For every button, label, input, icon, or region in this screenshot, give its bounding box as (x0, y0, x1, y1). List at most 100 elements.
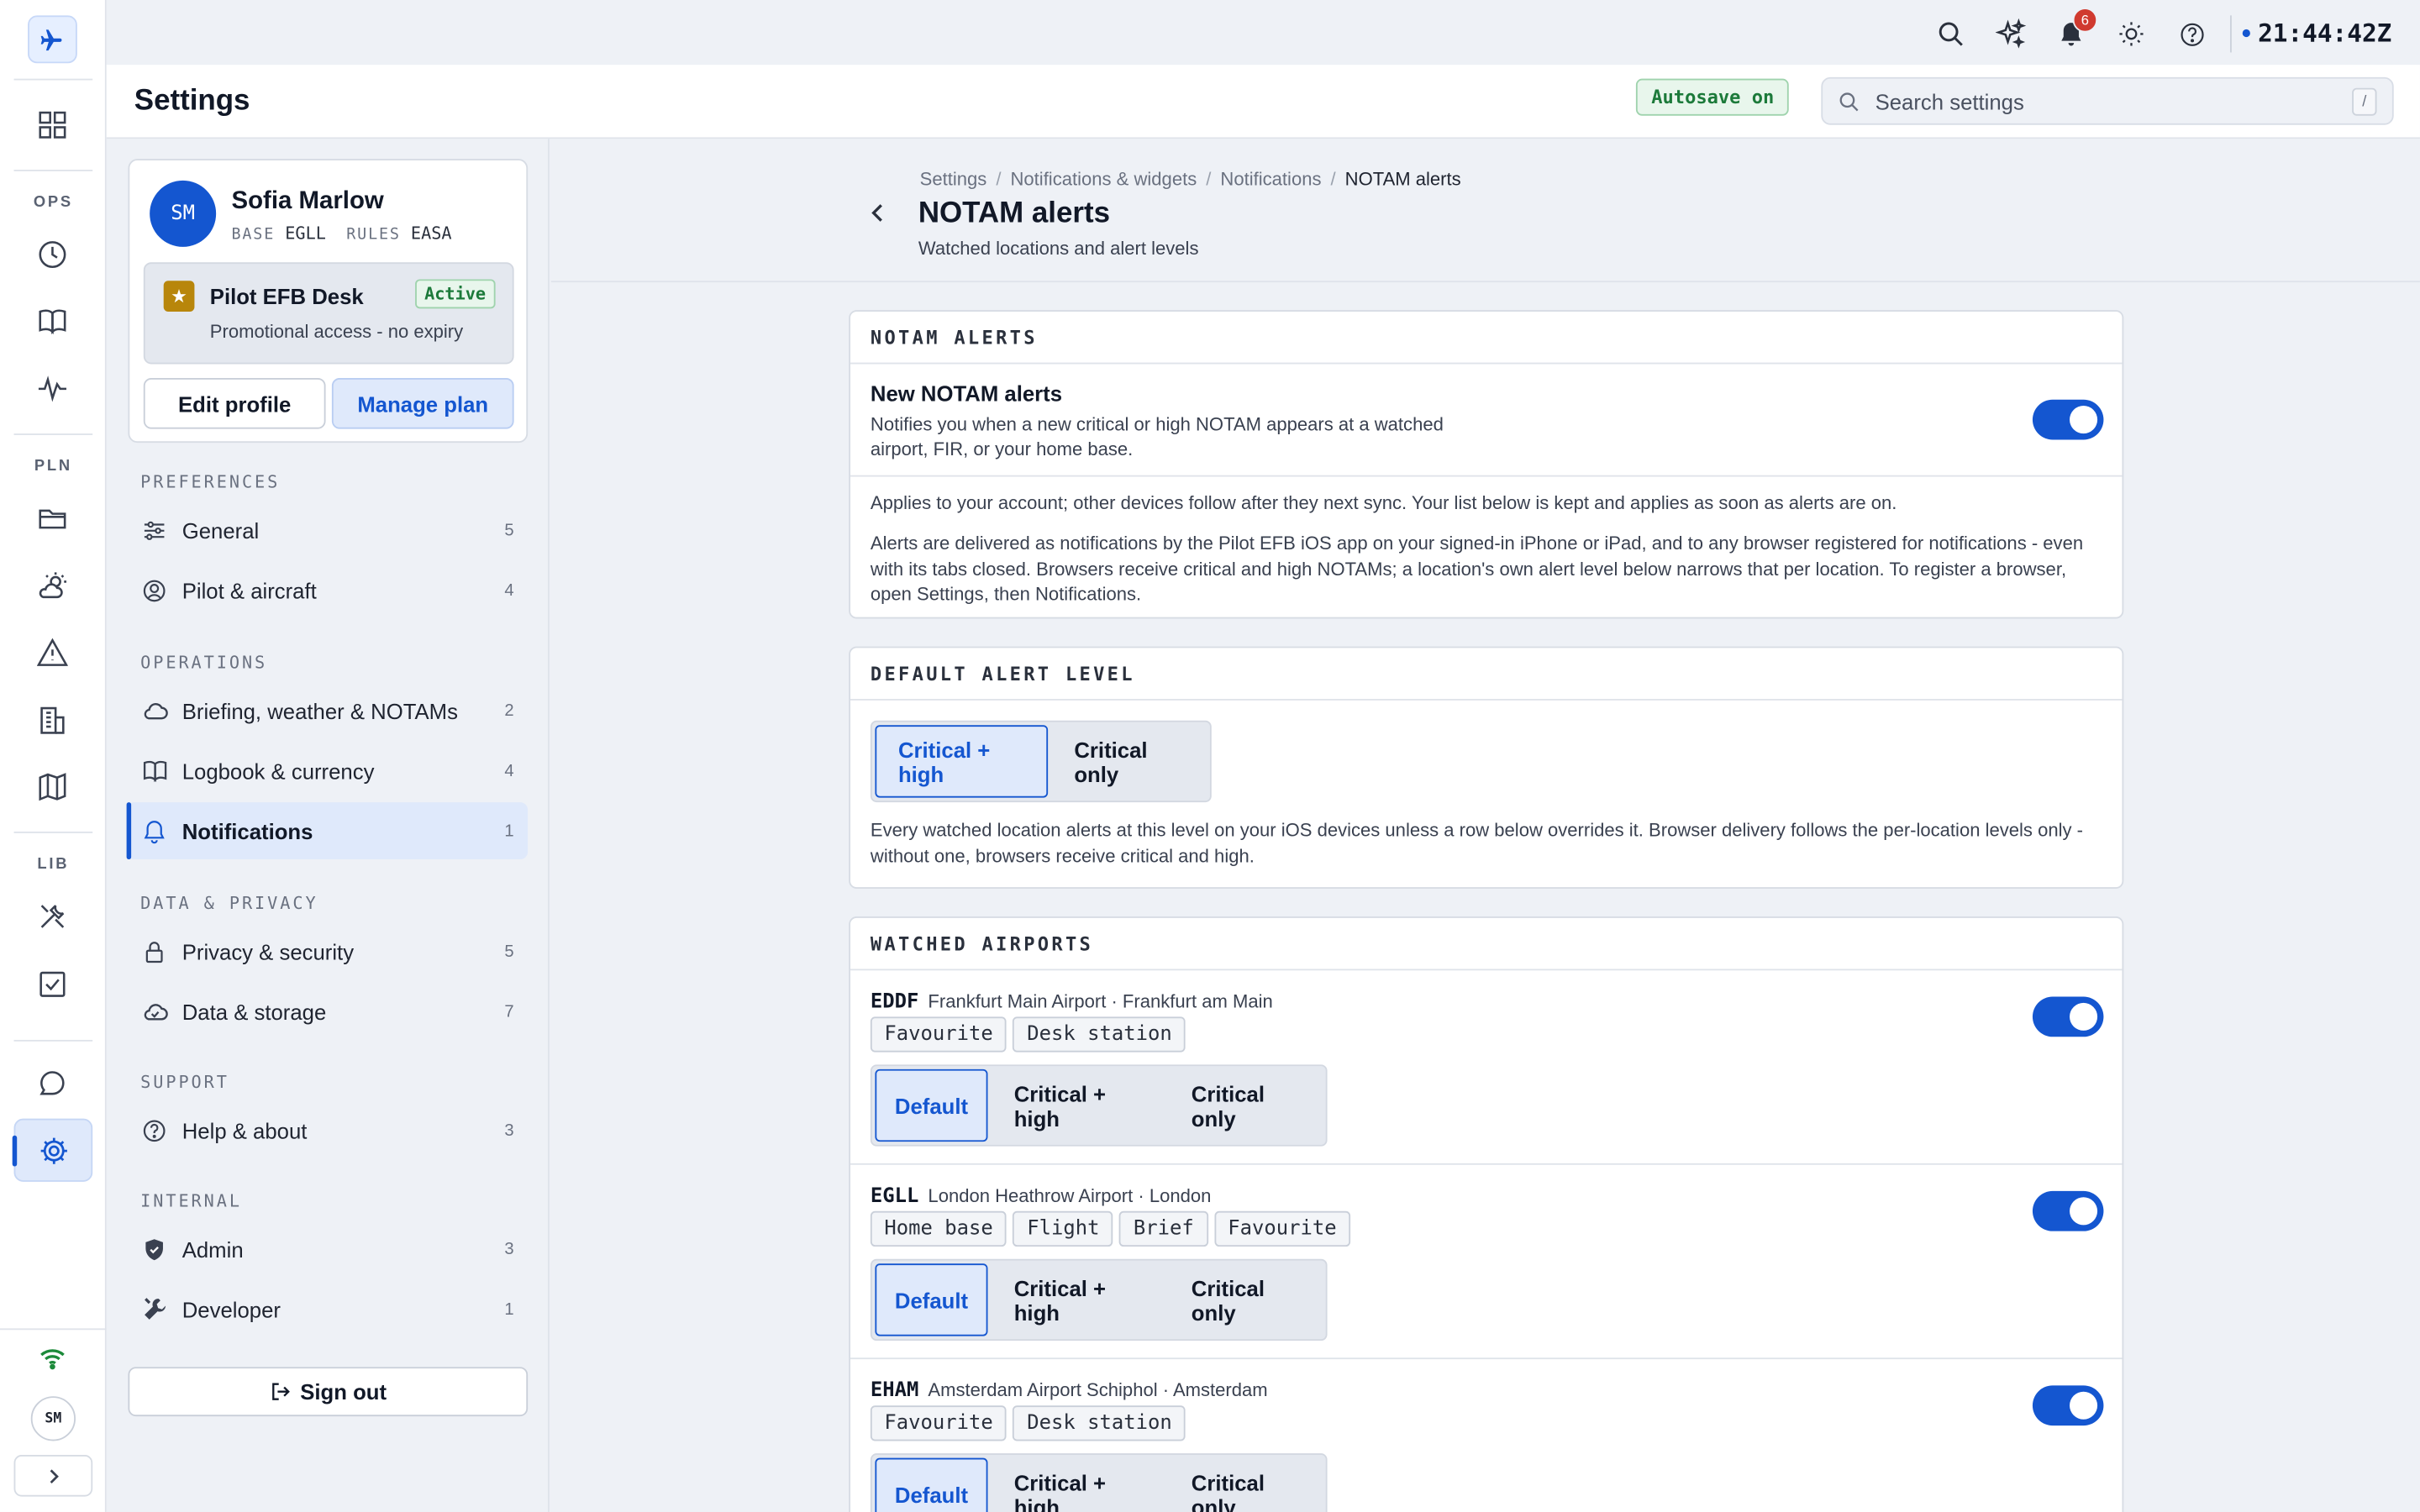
expand-rail-button[interactable] (13, 1455, 93, 1497)
airplane-logo-icon[interactable] (28, 15, 77, 64)
plan-status-badge: Active (415, 279, 496, 309)
breadcrumb-separator: / (1330, 168, 1336, 190)
nav-item-data-storage[interactable]: Data & storage 7 (127, 983, 529, 1040)
book-icon[interactable] (26, 295, 78, 347)
dashboard-grid-icon[interactable] (26, 99, 78, 151)
breadcrumb-item[interactable]: Notifications (1220, 168, 1321, 190)
level-option-critical-only[interactable]: Critical only (1168, 1263, 1323, 1336)
level-option-critical-only[interactable]: Critical only (1051, 725, 1207, 797)
search-shortcut-key: / (2352, 87, 2377, 116)
nav-item-privacy[interactable]: Privacy & security 5 (127, 922, 529, 979)
breadcrumb-current: NOTAM alerts (1344, 168, 1461, 190)
level-option-critical-high[interactable]: Critical + high (875, 725, 1049, 798)
nav-item-label: Logbook & currency (182, 758, 375, 784)
nav-item-developer[interactable]: Developer 1 (127, 1280, 529, 1337)
nav-item-count: 3 (504, 1239, 514, 1258)
level-option-critical-only[interactable]: Critical only (1168, 1069, 1323, 1142)
rail-divider (13, 433, 93, 435)
breadcrumb-item[interactable]: Settings (920, 168, 987, 190)
plan-box: ★ Pilot EFB Desk Active Promotional acce… (143, 262, 514, 365)
airport-alert-toggle[interactable] (2032, 996, 2104, 1037)
airport-icao: EGLL (870, 1184, 919, 1209)
autosave-badge: Autosave on (1635, 78, 1790, 116)
sign-out-button[interactable]: Sign out (128, 1367, 529, 1417)
back-button[interactable] (863, 197, 894, 228)
level-option-default[interactable]: Default (875, 1263, 988, 1336)
airport-level-selector: Default Critical + high Critical only (870, 1064, 1328, 1147)
profile-meta: BASE EGLL RULES EASA (232, 223, 452, 244)
default-level-selector: Critical + high Critical only (870, 720, 1212, 803)
activity-pulse-icon[interactable] (26, 363, 78, 415)
nav-item-help[interactable]: Help & about 3 (127, 1101, 529, 1158)
search-icon (1839, 92, 1859, 112)
warning-triangle-icon[interactable] (26, 627, 78, 679)
new-notam-alerts-toggle[interactable] (2032, 399, 2104, 440)
nav-item-label: Pilot & aircraft (182, 577, 317, 603)
nav-item-admin[interactable]: Admin 3 (127, 1221, 529, 1278)
airport-tags: Favourite Desk station (870, 1016, 1192, 1053)
note-line: without one, browsers receive critical a… (870, 844, 1255, 867)
weather-cloud-sun-icon[interactable] (26, 560, 78, 612)
nav-item-label: Data & storage (182, 999, 327, 1024)
base-value: EGLL (285, 223, 326, 244)
card-heading: WATCHED AIRPORTS (850, 918, 2123, 971)
rail-divider (13, 1039, 93, 1042)
search-placeholder: Search settings (1875, 89, 2024, 114)
nav-item-logbook[interactable]: Logbook & currency 4 (127, 742, 529, 799)
nav-item-general[interactable]: General 5 (127, 501, 529, 559)
checklist-icon[interactable] (26, 958, 78, 1011)
nav-item-label: Briefing, weather & NOTAMs (182, 698, 458, 723)
folder-icon[interactable] (26, 492, 78, 544)
sun-theme-icon[interactable] (2114, 17, 2148, 50)
level-option-critical-high[interactable]: Critical + high (991, 1263, 1165, 1336)
wifi-icon (26, 1331, 78, 1383)
rail-avatar[interactable]: SM (30, 1396, 76, 1441)
bell-icon[interactable]: 6 (2054, 8, 2098, 50)
airport-level-selector: Default Critical + high Critical only (870, 1453, 1328, 1512)
airport-name: Frankfurt Main Airport · Frankfurt am Ma… (928, 990, 1273, 1012)
toggle-title: New NOTAM alerts (870, 381, 1063, 407)
chat-bubble-icon[interactable] (26, 1057, 78, 1109)
level-option-critical-high[interactable]: Critical + high (991, 1069, 1165, 1142)
search-icon[interactable] (1933, 17, 1967, 50)
airport-title: EGLL London Heathrow Airport · London (871, 1182, 1212, 1210)
nav-item-label: Notifications (182, 818, 313, 843)
breadcrumb-item[interactable]: Notifications & widgets (1010, 168, 1197, 190)
top-bar: 6 21:44:42Z (106, 0, 2420, 66)
rail-divider (13, 831, 93, 833)
clock-icon[interactable] (26, 228, 78, 281)
breadcrumb-separator: / (1206, 168, 1212, 190)
airport-name: Amsterdam Airport Schiphol · Amsterdam (928, 1379, 1268, 1401)
nav-item-count: 4 (504, 580, 514, 600)
airport-title: EHAM Amsterdam Airport Schiphol · Amsterd… (871, 1376, 1268, 1404)
settings-gear-icon[interactable] (12, 1118, 93, 1182)
help-circle-icon[interactable] (2175, 17, 2208, 50)
level-option-default[interactable]: Default (875, 1068, 988, 1142)
sparkles-icon[interactable] (1994, 17, 2028, 50)
airport-alert-toggle[interactable] (2032, 1385, 2104, 1426)
info-line: Alerts are delivered as notifications by… (870, 532, 2084, 554)
lock-icon (140, 937, 168, 965)
tools-icon[interactable] (26, 890, 78, 942)
airport-alert-toggle[interactable] (2032, 1190, 2104, 1231)
level-option-critical-high[interactable]: Critical + high (991, 1458, 1165, 1512)
airport-icao: EHAM (870, 1379, 919, 1403)
manage-plan-button[interactable]: Manage plan (331, 377, 514, 429)
airport-tags: Home base Flight Brief Favourite (870, 1210, 1357, 1247)
edit-profile-button[interactable]: Edit profile (143, 377, 326, 429)
airport-level-selector: Default Critical + high Critical only (870, 1258, 1328, 1341)
level-option-critical-only[interactable]: Critical only (1168, 1458, 1323, 1512)
info-line: open Settings, then Notifications. (870, 583, 1142, 605)
nav-item-notifications[interactable]: Notifications 1 (126, 802, 529, 860)
map-icon[interactable] (26, 760, 78, 812)
nav-group-label: DATA & PRIVACY (140, 893, 318, 914)
nav-item-pilot-aircraft[interactable]: Pilot & aircraft 4 (127, 562, 529, 619)
nav-item-briefing[interactable]: Briefing, weather & NOTAMs 2 (127, 682, 529, 739)
profile-avatar: SM (150, 180, 217, 247)
level-option-default[interactable]: Default (875, 1457, 988, 1512)
search-settings-input[interactable]: Search settings / (1821, 76, 2394, 125)
building-icon[interactable] (26, 695, 78, 747)
sign-out-label: Sign out (300, 1379, 387, 1404)
section-title: NOTAM alerts (918, 197, 1111, 230)
nav-item-count: 3 (504, 1121, 514, 1140)
